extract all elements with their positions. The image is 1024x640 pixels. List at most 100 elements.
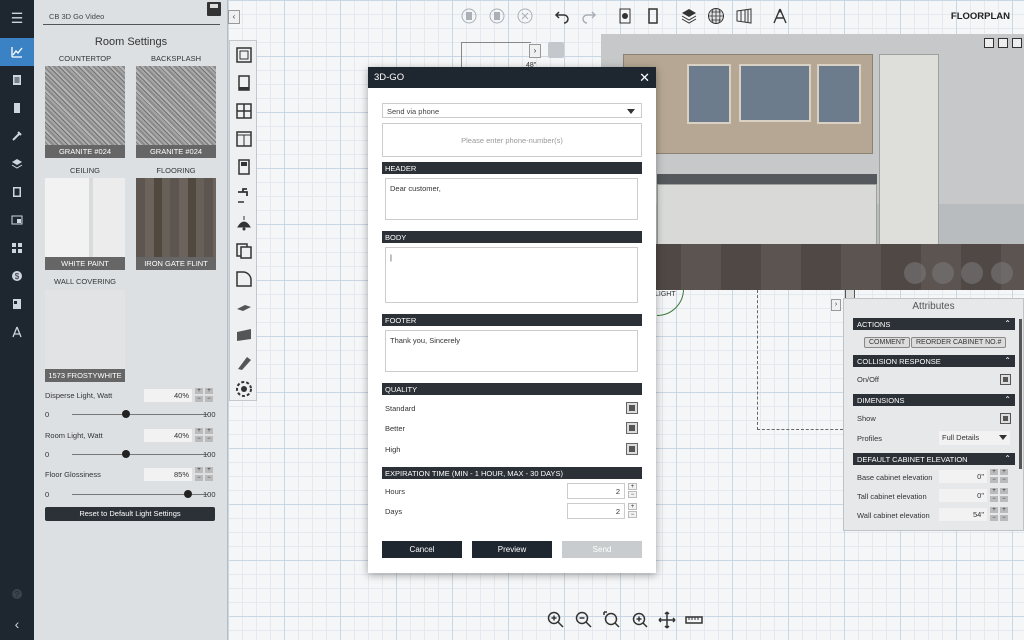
close-icon[interactable]: ✕ [639,70,650,86]
room-settings-icon[interactable] [0,38,34,66]
attributes-scrollbar[interactable] [1019,319,1022,469]
slider-knob[interactable] [122,450,131,458]
copy-icon[interactable] [458,5,480,27]
phone-input[interactable]: Please enter phone-number(s) [382,123,642,157]
attributes-toggle-icon[interactable]: › [831,299,841,311]
menu-icon[interactable]: ☰ [0,4,34,32]
ceiling-swatch[interactable]: WHITE PAINT [45,178,125,270]
slider-track[interactable] [72,414,208,415]
header-textarea[interactable]: Dear customer, [385,178,638,220]
profiles-select[interactable]: Full Details [939,431,1010,445]
dimensions-section-header[interactable]: DIMENSIONS ⌃ [853,394,1015,406]
room-tool-icon[interactable] [234,45,254,65]
tablet-icon[interactable] [642,5,664,27]
save-icon[interactable] [207,2,221,16]
slider-stepper[interactable]: + + − − [195,467,215,481]
corner-tool-icon[interactable] [234,269,254,289]
tools-icon[interactable] [0,122,34,150]
elevation-stepper[interactable]: + + − − [990,488,1010,502]
pan-icon[interactable] [656,609,678,631]
trim-tool-icon[interactable] [234,353,254,373]
window-tool-icon[interactable] [234,101,254,121]
zoom-selection-icon[interactable] [629,609,651,631]
elevation-input[interactable]: 0" [939,489,987,502]
wall-view-icon[interactable] [733,5,755,27]
hours-stepper[interactable]: + − [628,483,638,499]
layers-view-icon[interactable] [678,5,700,27]
eye-icon[interactable] [991,262,1013,284]
zoom-fit-icon[interactable] [601,609,623,631]
preview-button[interactable]: Preview [472,541,552,558]
zoom-in-icon[interactable] [545,609,567,631]
molding-tool-icon[interactable] [234,325,254,345]
quality-standard-checkbox[interactable] [626,402,638,414]
view-cube-icon[interactable] [548,42,564,58]
collision-checkbox[interactable] [1000,374,1011,385]
slider-knob[interactable] [122,410,131,418]
redo-icon[interactable] [578,5,600,27]
globe-grid-icon[interactable] [705,5,727,27]
elevation-input[interactable]: 54" [939,508,987,521]
slider-stepper[interactable]: + + − − [195,388,215,402]
cancel-button[interactable]: Cancel [382,541,462,558]
ruler-icon[interactable] [683,609,705,631]
quality-high-checkbox[interactable] [626,443,638,455]
quality-better-checkbox[interactable] [626,422,638,434]
zoom-out-icon[interactable] [573,609,595,631]
body-textarea[interactable]: | [385,247,638,303]
help-icon[interactable]: ? [0,580,34,608]
show-dimensions-checkbox[interactable] [1000,413,1011,424]
hours-input[interactable]: 2 [567,483,625,499]
elevation-stepper[interactable]: + + − − [990,507,1010,521]
measure-icon[interactable] [769,5,791,27]
3d-view[interactable] [601,34,1024,290]
send-method-select[interactable]: Send via phone [382,103,642,118]
slider-value[interactable]: 40% [144,389,192,402]
accessory-tool-icon[interactable] [234,241,254,261]
reorder-cabinet-button[interactable]: REORDER CABINET NO.# [911,337,1007,348]
reset-light-button[interactable]: Reset to Default Light Settings [45,507,215,521]
elevation-stepper[interactable]: + + − − [990,469,1010,483]
countertop-swatch[interactable]: GRANITE #024 [45,66,125,158]
faucet-tool-icon[interactable] [234,185,254,205]
days-stepper[interactable]: + − [628,503,638,519]
paste-icon[interactable] [486,5,508,27]
footer-textarea[interactable]: Thank you, Sincerely [385,330,638,372]
send-button[interactable]: Send [562,541,642,558]
appliance-tool-icon[interactable] [234,157,254,177]
grid-icon[interactable] [0,234,34,262]
collapse-panel-icon[interactable]: ‹ [228,10,240,24]
wall-cabinet-tool-icon[interactable] [234,129,254,149]
backsplash-swatch[interactable]: GRANITE #024 [136,66,216,158]
cabinet-icon[interactable] [0,178,34,206]
window-icon[interactable] [0,206,34,234]
door-tool-icon[interactable] [234,73,254,93]
compass-icon[interactable] [0,318,34,346]
slider-knob[interactable] [183,490,192,498]
book-icon[interactable] [0,94,34,122]
maximize-icon[interactable] [1012,38,1022,48]
gear-tool-icon[interactable] [234,379,254,399]
print-icon[interactable] [932,262,954,284]
layers-icon[interactable] [0,150,34,178]
elevation-section-header[interactable]: DEFAULT CABINET ELEVATION ⌃ [853,453,1015,465]
view-mode-label[interactable]: FLOORPLAN [951,11,1010,22]
document-icon[interactable] [0,66,34,94]
expand-right-icon[interactable]: › [529,44,541,58]
collision-section-header[interactable]: COLLISION RESPONSE ⌃ [853,355,1015,367]
settings-doc-icon[interactable] [614,5,636,27]
dollar-icon[interactable]: $ [0,262,34,290]
delete-icon[interactable] [514,5,536,27]
cabinet-view-icon[interactable] [904,262,926,284]
days-input[interactable]: 2 [567,503,625,519]
comment-button[interactable]: COMMENT [864,337,911,348]
project-name-field[interactable]: CB 3D Go Video [43,8,220,25]
elevation-input[interactable]: 0" [939,470,987,483]
slider-stepper[interactable]: + + − − [195,428,215,442]
report-icon[interactable] [0,290,34,318]
restore-icon[interactable] [984,38,994,48]
wall-covering-swatch[interactable]: 1573 FROSTYWHITE [45,290,125,382]
undo-icon[interactable] [551,5,573,27]
collapse-left-icon[interactable]: ‹ [0,610,34,638]
panel-tool-icon[interactable] [234,297,254,317]
